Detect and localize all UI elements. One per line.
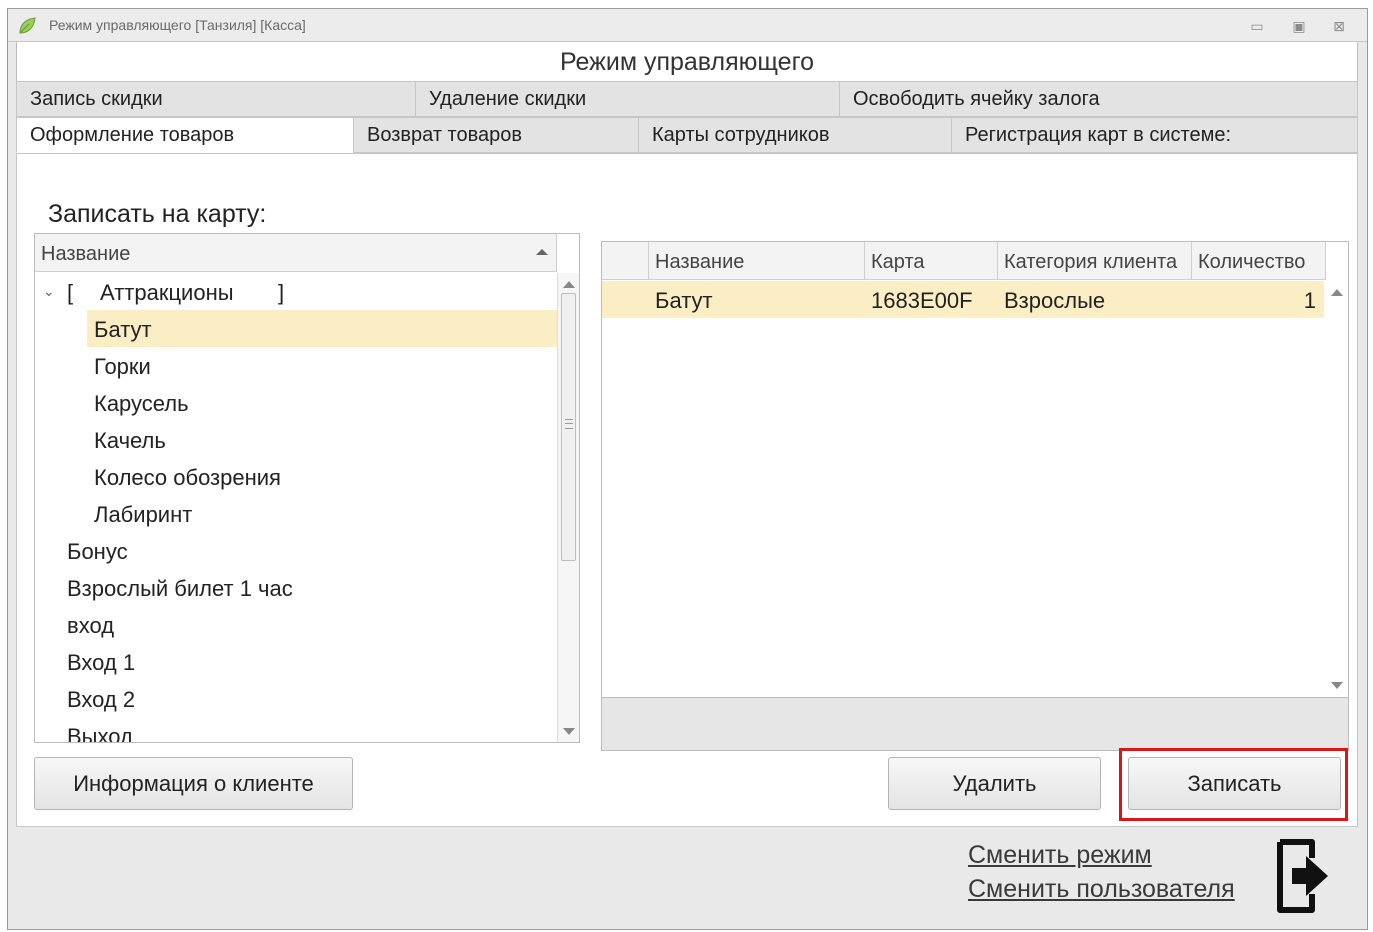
tree-item[interactable]: Вход 2 (35, 680, 557, 717)
tab-employee-cards[interactable]: Карты сотрудников (638, 117, 952, 153)
tree-item-label: Качель (94, 428, 166, 453)
title-bar: Режим управляющего [Танзиля] [Касса] ▭ ▣… (8, 9, 1367, 42)
exit-icon[interactable] (1272, 838, 1334, 914)
tree-group-row[interactable]: ⌄ [ Аттракционы ] (35, 273, 557, 310)
tree-column-header[interactable]: Название (35, 234, 557, 272)
tab-row-bottom: Оформление товаров Возврат товаров Карты… (16, 117, 1358, 154)
group-close-bracket: ] (278, 280, 285, 305)
tab-goods-return[interactable]: Возврат товаров (353, 117, 639, 153)
grid-footer (602, 697, 1348, 750)
grid-header-name[interactable]: Название (649, 242, 865, 280)
section-label: Записать на карту: (48, 200, 267, 228)
client-info-button[interactable]: Информация о клиенте (34, 757, 353, 810)
tab-content: Записать на карту: Название ⌄ [ Аттракци… (16, 153, 1358, 827)
tab-card-registration[interactable]: Регистрация карт в системе: (951, 117, 1358, 153)
tree-item[interactable]: Вход 1 (35, 643, 557, 680)
tree-column-header-label: Название (41, 243, 131, 265)
tree-item[interactable]: Колесо обозрения (35, 458, 557, 495)
tree-item[interactable]: Качель (35, 421, 557, 458)
group-label: Аттракционы (100, 280, 234, 305)
tree-item-label: Вход 2 (67, 687, 136, 712)
write-button[interactable]: Записать (1128, 757, 1341, 810)
scroll-down-icon[interactable] (1331, 682, 1343, 689)
change-mode-link[interactable]: Сменить режим (968, 841, 1152, 870)
scroll-up-icon[interactable] (1331, 289, 1343, 296)
tree-scrollbar[interactable] (557, 273, 579, 742)
tree-item-label: Взрослый билет 1 час (67, 576, 293, 601)
tree-item-label: Колесо обозрения (94, 465, 281, 490)
cell-category: Взрослые (1004, 288, 1106, 313)
tree-item-label: Выход (67, 724, 133, 743)
grid-header-quantity[interactable]: Количество (1192, 242, 1326, 280)
group-open-bracket: [ (67, 280, 74, 305)
cell-card: 1683E00F (871, 288, 973, 313)
tree-item[interactable]: вход (35, 606, 557, 643)
scroll-up-icon[interactable] (563, 281, 575, 288)
grid-scrollbar[interactable] (1326, 281, 1348, 697)
tree-item-label: Карусель (94, 391, 189, 416)
scroll-thumb[interactable] (561, 293, 576, 561)
tree-item-label: вход (67, 613, 115, 638)
tab-row-top: Запись скидки Удаление скидки Освободить… (16, 81, 1358, 118)
leaf-app-icon (19, 17, 36, 34)
cell-quantity: 1 (1303, 288, 1316, 313)
sort-ascending-icon (536, 249, 548, 255)
maximize-icon[interactable]: ▣ (1290, 18, 1308, 34)
tab-goods-registration[interactable]: Оформление товаров (16, 117, 354, 153)
grid-header-indicator[interactable] (602, 242, 649, 280)
tree-item-label: Лабиринт (94, 502, 193, 527)
tree-item-label: Батут (94, 317, 152, 342)
tree-item[interactable]: Лабиринт (35, 495, 557, 532)
tab-discount-delete[interactable]: Удаление скидки (415, 81, 840, 117)
grid-header-category[interactable]: Категория клиента (998, 242, 1192, 280)
tree-item-selected[interactable]: Батут (87, 310, 557, 347)
tree-item-label: Горки (94, 354, 151, 379)
tree-item[interactable]: Выход (35, 717, 557, 743)
table-row[interactable]: Батут 1683E00F Взрослые 1 (602, 281, 1324, 318)
chevron-down-icon[interactable]: ⌄ (43, 283, 55, 300)
grid-header: Название Карта Категория клиента Количес… (602, 242, 1326, 280)
tab-discount-record[interactable]: Запись скидки (16, 81, 416, 117)
tree-item[interactable]: Взрослый билет 1 час (35, 569, 557, 606)
tree-item[interactable]: Карусель (35, 384, 557, 421)
tree-item[interactable]: Горки (35, 347, 557, 384)
tree-item[interactable]: Бонус (35, 532, 557, 569)
selected-items-grid: Название Карта Категория клиента Количес… (601, 241, 1349, 751)
tree-item-label: Вход 1 (67, 650, 136, 675)
change-user-link[interactable]: Сменить пользователя (968, 875, 1235, 904)
delete-button[interactable]: Удалить (888, 757, 1101, 810)
tree-item-label: Бонус (67, 539, 128, 564)
mode-header: Режим управляющего (16, 42, 1358, 81)
close-icon[interactable]: ⊠ (1330, 18, 1348, 34)
scroll-down-icon[interactable] (563, 728, 575, 735)
minimize-icon[interactable]: ▭ (1248, 18, 1266, 34)
main-window: Режим управляющего [Танзиля] [Касса] ▭ ▣… (7, 8, 1368, 930)
tab-release-deposit-cell[interactable]: Освободить ячейку залога (839, 81, 1358, 117)
product-tree: Название ⌄ [ Аттракционы ] Батут Горки К… (34, 233, 580, 743)
cell-name: Батут (655, 288, 713, 313)
tree-rows: ⌄ [ Аттракционы ] Батут Горки Карусель К… (35, 273, 557, 743)
grid-header-card[interactable]: Карта (865, 242, 998, 280)
grip-icon (565, 419, 573, 429)
window-title: Режим управляющего [Танзиля] [Касса] (49, 17, 306, 33)
page-title: Режим управляющего (559, 48, 815, 76)
